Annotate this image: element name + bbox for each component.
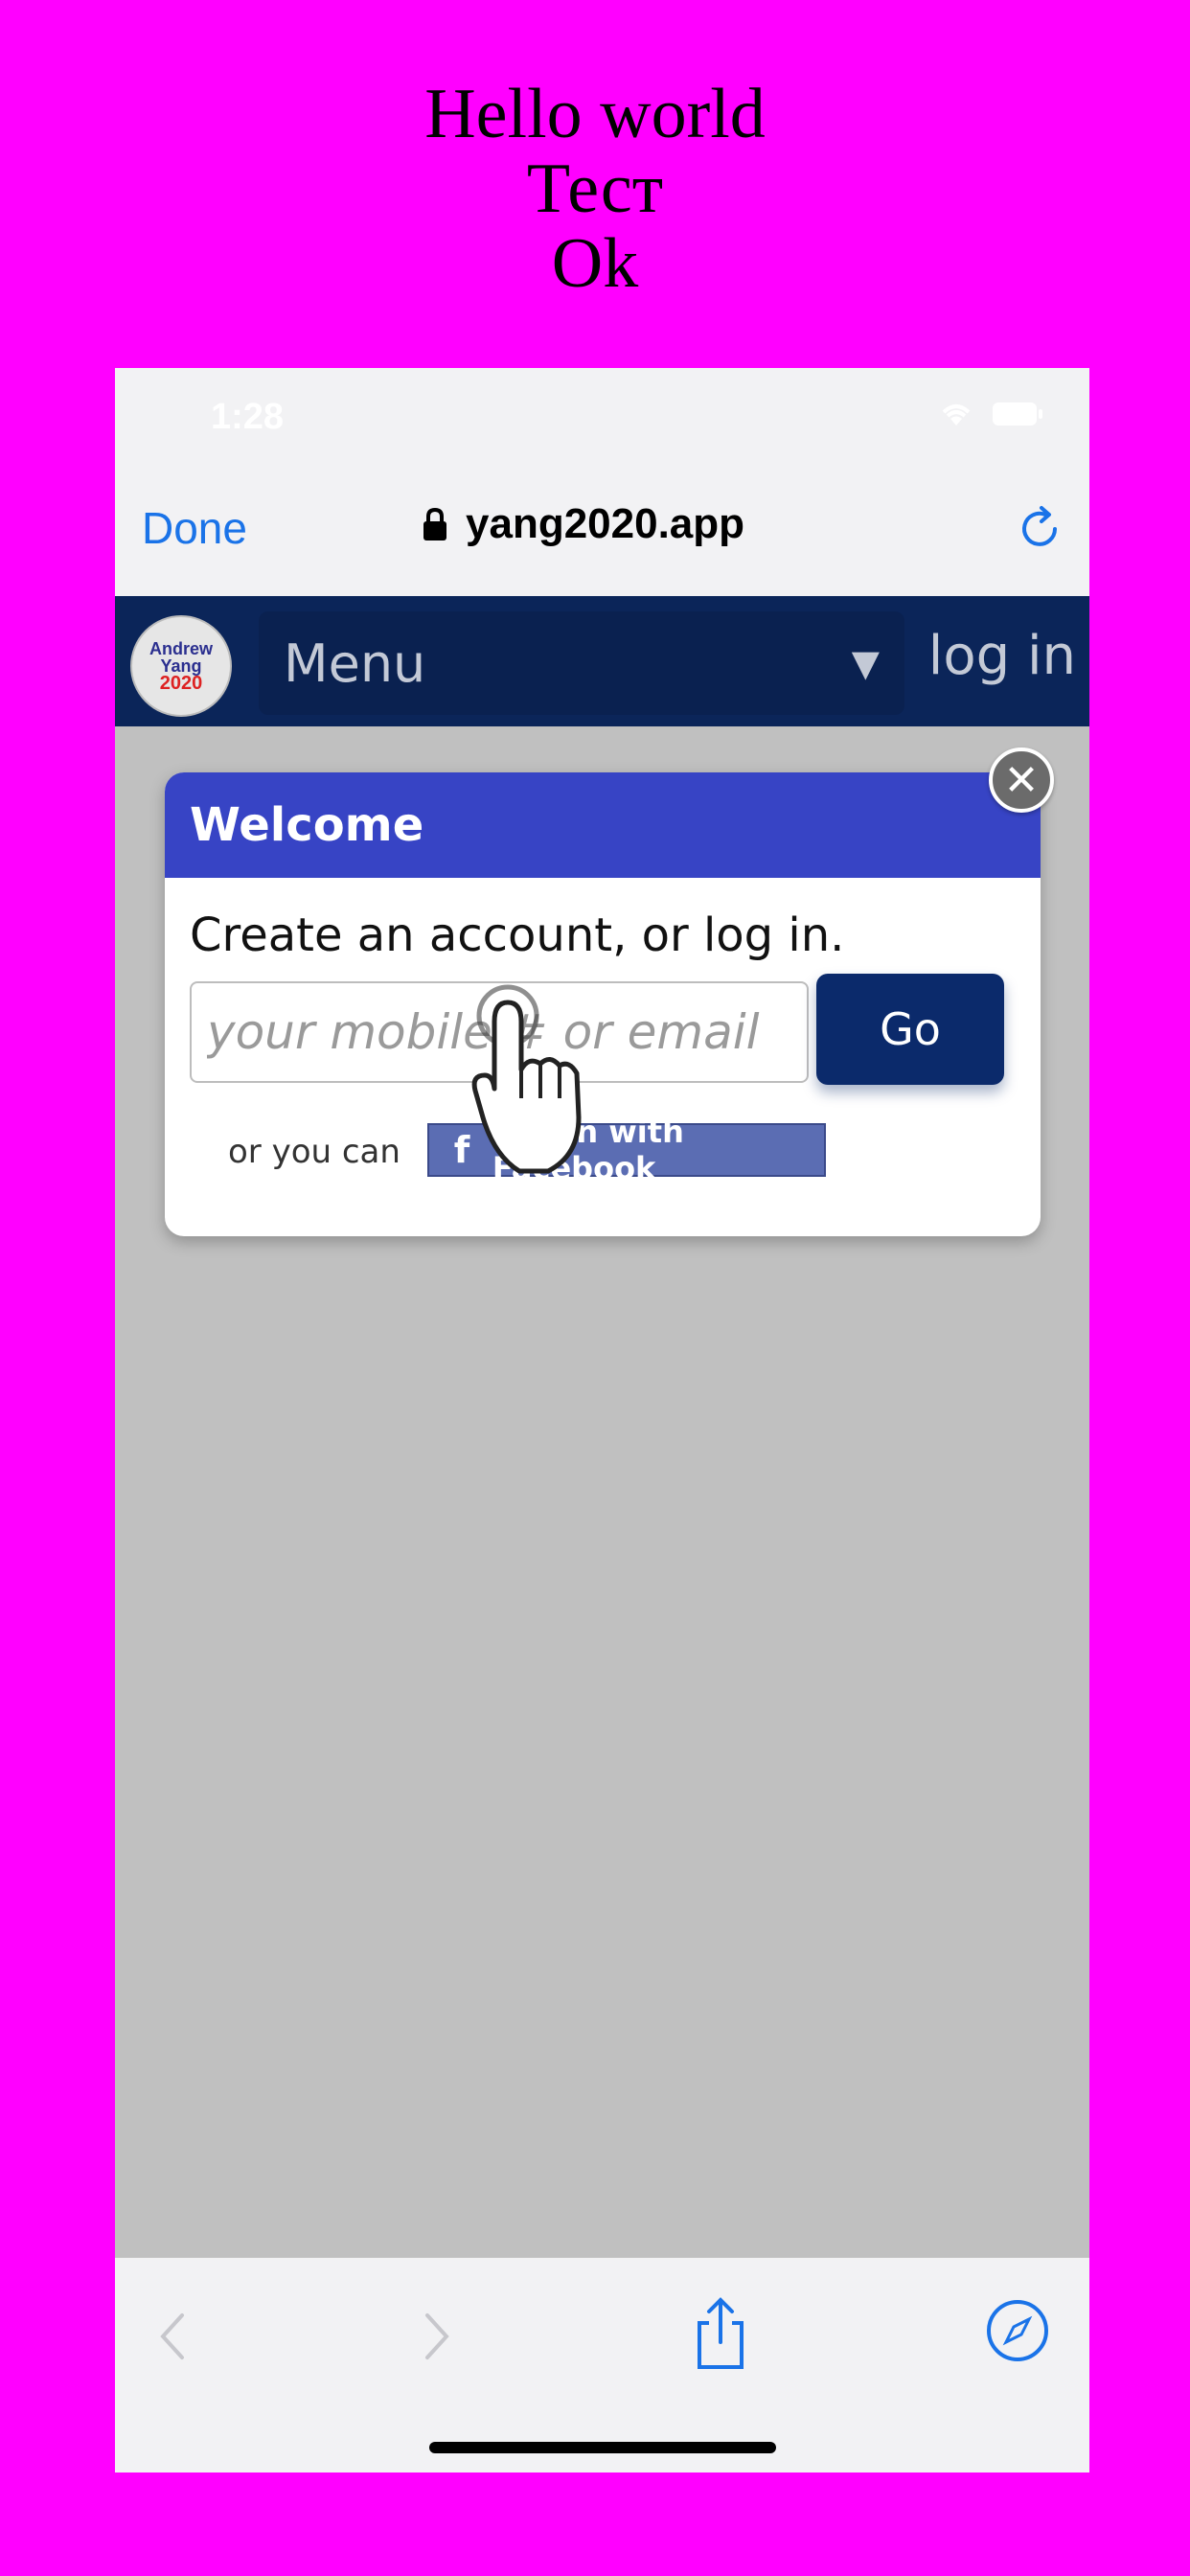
chevron-down-icon: ▼ (851, 642, 880, 684)
done-button[interactable]: Done (142, 502, 247, 554)
wifi-icon (938, 401, 974, 427)
browser-bottom-toolbar (115, 2258, 1089, 2472)
logo-line-3: 2020 (159, 673, 203, 694)
close-modal-button[interactable]: ✕ (989, 748, 1054, 813)
site-navigation: Andrew Yang 2020 Menu ▼ log in (115, 596, 1089, 726)
reload-icon[interactable] (1018, 502, 1064, 556)
address-bar[interactable]: yang2020.app (422, 500, 744, 548)
or-you-can-label: or you can (228, 1133, 400, 1171)
forward-icon[interactable] (418, 2308, 456, 2369)
phone-screen: 1:28 Done yang2020.app Andrew Yang 2020 (115, 368, 1089, 2472)
battery-icon (992, 402, 1043, 426)
compass-icon[interactable] (985, 2298, 1050, 2367)
login-link[interactable]: log in (928, 625, 1076, 687)
home-indicator[interactable] (429, 2442, 776, 2453)
url-text: yang2020.app (466, 500, 745, 547)
caption-line-1: Hello world (424, 75, 766, 153)
browser-top-bar: 1:28 Done yang2020.app (115, 368, 1089, 596)
caption-line-2: Тест (526, 150, 664, 228)
menu-dropdown[interactable]: Menu ▼ (259, 611, 904, 715)
welcome-modal: Welcome Create an account, or log in. Go… (165, 772, 1041, 1236)
share-icon[interactable] (692, 2294, 749, 2375)
go-button[interactable]: Go (816, 974, 1004, 1085)
pointing-hand-cursor-icon (462, 983, 596, 1188)
caption-line-3: Ok (551, 224, 639, 303)
modal-header: Welcome (165, 772, 1041, 878)
menu-label: Menu (284, 632, 426, 694)
caption-text: Hello world Тест Ok (0, 77, 1190, 301)
campaign-logo[interactable]: Andrew Yang 2020 (130, 615, 232, 717)
lock-icon (422, 507, 448, 541)
modal-title: Welcome (190, 798, 424, 852)
modal-instructions: Create an account, or log in. (190, 908, 845, 962)
status-icons (938, 401, 1043, 427)
back-icon[interactable] (153, 2308, 192, 2369)
logo-line-1: Andrew (149, 639, 213, 658)
status-time: 1:28 (211, 397, 285, 437)
